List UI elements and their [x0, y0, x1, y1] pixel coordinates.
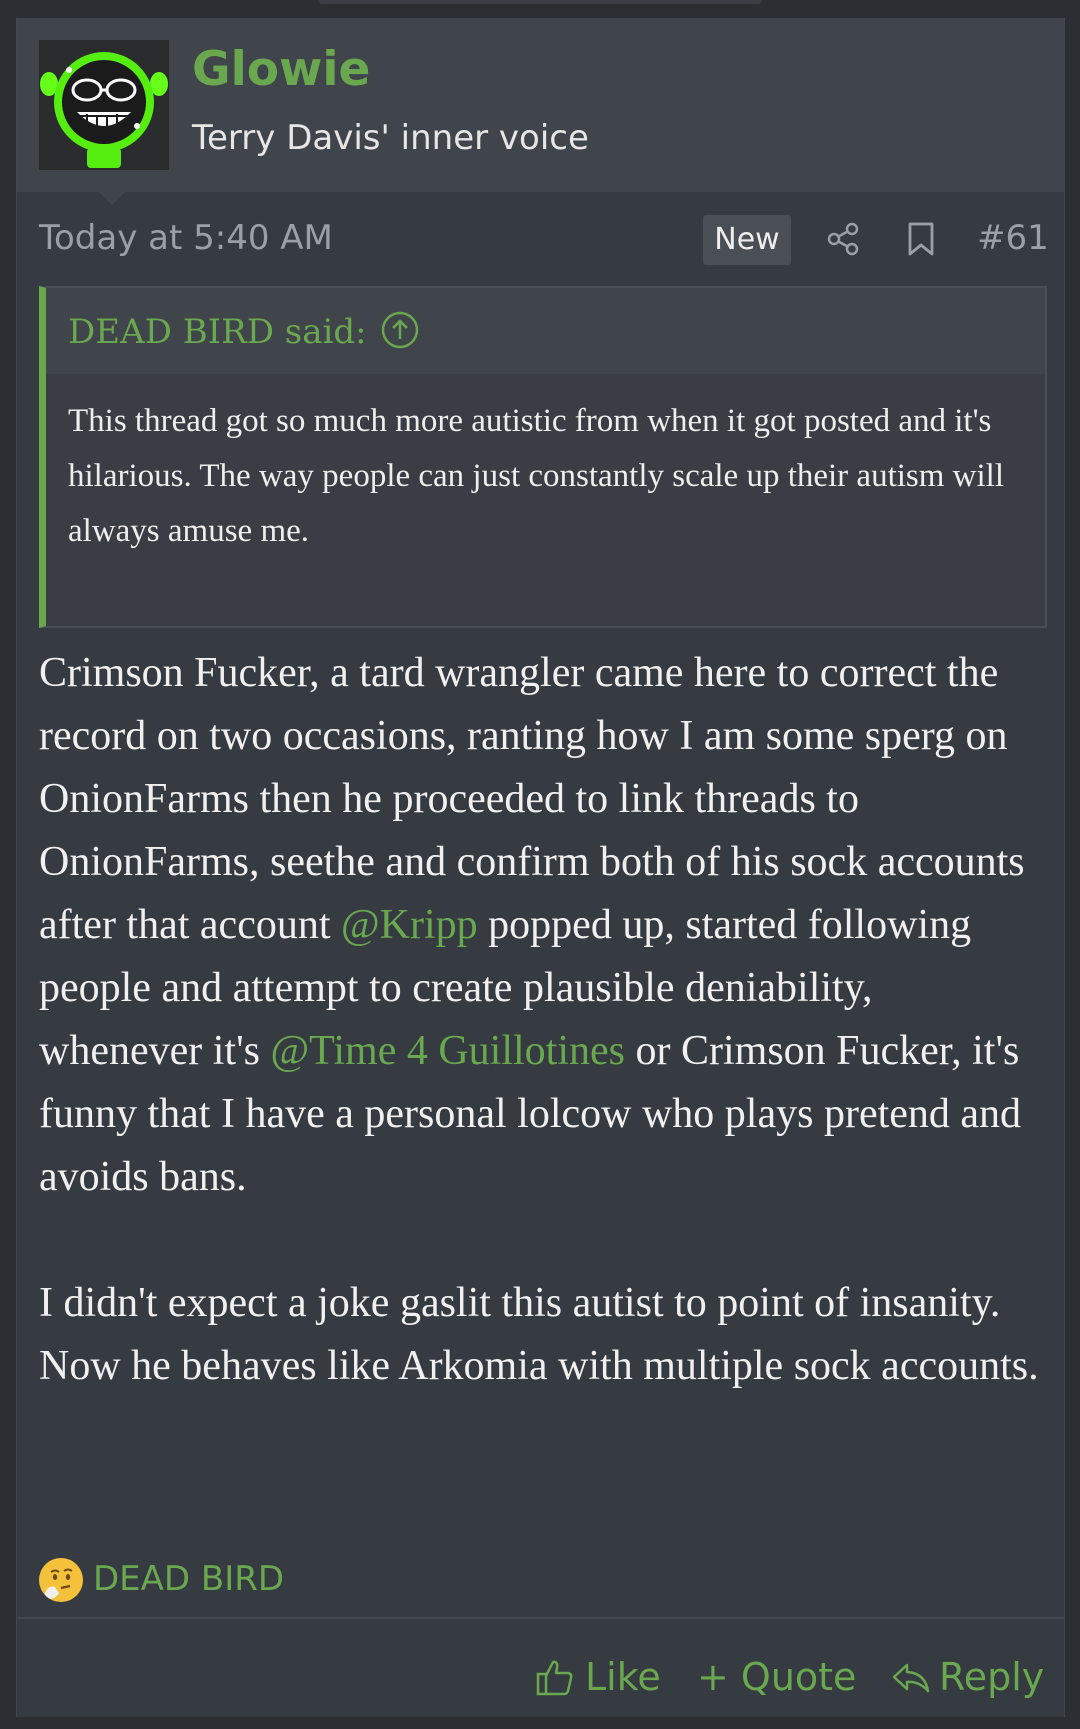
thinking-face-icon [39, 1558, 83, 1602]
username[interactable]: Glowie [192, 42, 370, 97]
message-paragraph: I didn't expect a joke gaslit this autis… [39, 1280, 1039, 1389]
bookmark-icon[interactable] [905, 221, 937, 257]
top-edge-tab [318, 0, 762, 4]
mention-link[interactable]: @Kripp [341, 902, 478, 948]
user-header: Glowie Terry Davis' inner voice [17, 18, 1064, 192]
quote-text: This thread got so much more autistic fr… [68, 403, 1005, 549]
reaction-user[interactable]: DEAD BIRD [93, 1559, 284, 1599]
jump-to-quote-icon[interactable] [380, 310, 420, 350]
quote-attribution[interactable]: DEAD BIRD said: [68, 312, 367, 352]
avatar-image [39, 40, 169, 170]
footer-divider [17, 1617, 1064, 1619]
quote-block: DEAD BIRD said: This thread got so much … [39, 286, 1047, 628]
user-title: Terry Davis' inner voice [192, 118, 589, 158]
message-paragraph: Crimson Fucker, a tard wrangler came her… [39, 642, 1044, 1209]
post-number-link[interactable]: #61 [977, 218, 1049, 258]
avatar[interactable] [39, 40, 169, 170]
post-message: Crimson Fucker, a tard wrangler came her… [39, 642, 1044, 1398]
new-badge: New [703, 215, 791, 265]
quote-label: + Quote [697, 1655, 857, 1699]
forum-post: Glowie Terry Davis' inner voice Today at… [16, 18, 1065, 1717]
share-icon[interactable] [825, 221, 861, 257]
quote-header: DEAD BIRD said: [46, 288, 1045, 374]
thumbs-up-icon [536, 1660, 573, 1696]
header-pointer [99, 192, 125, 205]
reply-label: Reply [939, 1655, 1045, 1699]
like-label: Like [585, 1655, 661, 1699]
mention-link[interactable]: @Time 4 Guillotines [271, 1028, 626, 1074]
post-date[interactable]: Today at 5:40 AM [39, 218, 333, 258]
reply-arrow-icon [892, 1663, 930, 1693]
